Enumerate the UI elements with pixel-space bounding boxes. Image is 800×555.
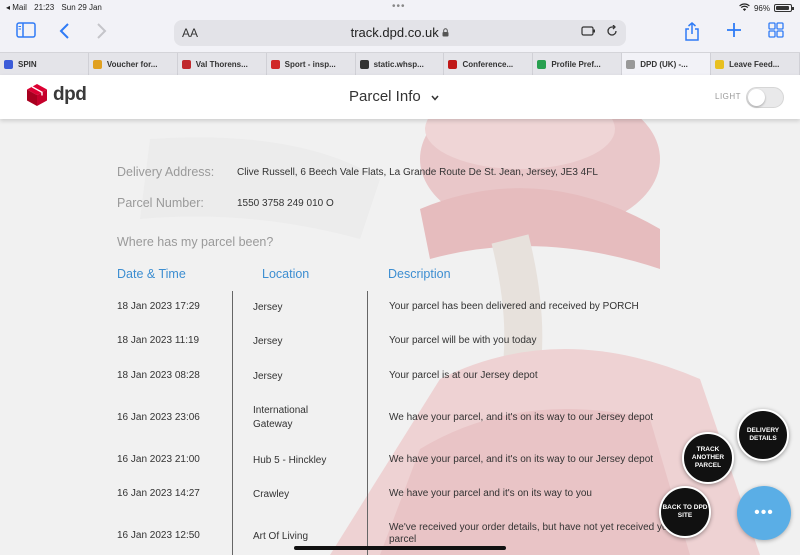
- back-to-app-link[interactable]: ◂ Mail: [6, 3, 27, 12]
- home-indicator[interactable]: [294, 546, 506, 550]
- chevron-down-icon: [431, 93, 439, 104]
- tab-favicon-icon: [715, 60, 725, 69]
- row-location: Crawley: [253, 489, 290, 500]
- browser-tab-active[interactable]: DPD (UK) -...: [622, 53, 712, 75]
- tab-favicon-icon: [537, 60, 547, 69]
- site-header: dpd Parcel Info LIGHT: [0, 75, 800, 119]
- delivery-address-value: Clive Russell, 6 Beech Vale Flats, La Gr…: [237, 167, 598, 178]
- status-date: Sun 29 Jan: [61, 3, 102, 12]
- browser-tab[interactable]: Leave Feed...: [711, 53, 800, 75]
- dpd-cube-icon: [27, 84, 47, 106]
- status-bar: ◂ Mail 21:23 Sun 29 Jan ••• 96%: [0, 0, 800, 16]
- browser-tab-bar: SPIN Voucher for... Val Thorens... Sport…: [0, 52, 800, 75]
- more-options-button[interactable]: •••: [737, 486, 791, 540]
- row-description: Your parcel will be with you today: [389, 335, 537, 346]
- row-description: Your parcel is at our Jersey depot: [389, 370, 538, 381]
- row-description: Your parcel has been delivered and recei…: [389, 301, 639, 312]
- row-date: 18 Jan 2023 17:29: [117, 301, 200, 312]
- row-description: We've received your order details, but h…: [389, 522, 677, 545]
- tab-favicon-icon: [359, 60, 369, 69]
- tab-favicon-icon: [92, 60, 102, 69]
- row-date: 18 Jan 2023 08:28: [117, 370, 200, 381]
- address-bar[interactable]: AA track.dpd.co.uk: [174, 20, 626, 46]
- row-date: 16 Jan 2023 21:00: [117, 454, 200, 465]
- parcel-number-value: 1550 3758 249 010 O: [237, 198, 334, 209]
- battery-icon: [774, 4, 794, 12]
- track-another-parcel-button[interactable]: TRACK ANOTHER PARCEL: [682, 432, 734, 484]
- page-title: Parcel Info: [349, 88, 421, 105]
- row-location: Jersey: [253, 371, 283, 382]
- tab-overview-icon[interactable]: [768, 22, 784, 44]
- url-domain: track.dpd.co.uk: [350, 25, 439, 40]
- logo-text: dpd: [53, 84, 87, 105]
- tab-favicon-icon: [448, 60, 458, 69]
- row-location: Jersey: [253, 336, 283, 347]
- toggle-knob: [748, 89, 765, 106]
- sidebar-icon[interactable]: [16, 22, 36, 44]
- extension-icon[interactable]: [581, 24, 600, 40]
- row-location: Art Of Living: [253, 531, 309, 542]
- row-date: 18 Jan 2023 11:19: [117, 335, 200, 346]
- status-left: ◂ Mail 21:23 Sun 29 Jan: [6, 3, 107, 12]
- tab-close-icon[interactable]: [626, 60, 636, 69]
- status-right: 96%: [739, 3, 794, 13]
- browser-tab[interactable]: Sport - insp...: [267, 53, 356, 75]
- row-date: 16 Jan 2023 12:50: [117, 530, 200, 541]
- theme-toggle[interactable]: [746, 87, 784, 108]
- lock-icon: [442, 25, 449, 40]
- tab-favicon-icon: [4, 60, 13, 69]
- theme-toggle-label: LIGHT: [715, 92, 742, 101]
- url-text: track.dpd.co.uk: [174, 25, 626, 40]
- wifi-icon: [739, 3, 750, 13]
- battery-percent: 96%: [753, 3, 770, 13]
- column-header-date: Date & Time: [117, 267, 186, 281]
- row-location: Jersey: [253, 302, 283, 313]
- share-icon[interactable]: [684, 22, 700, 48]
- delivery-details-button[interactable]: DELIVERY DETAILS: [737, 409, 789, 461]
- column-header-location: Location: [262, 267, 310, 281]
- status-time: 21:23: [34, 3, 55, 12]
- tab-favicon-icon: [270, 60, 280, 69]
- row-date: 16 Jan 2023 23:06: [117, 412, 200, 423]
- row-location: International Gateway: [253, 405, 309, 430]
- back-icon[interactable]: [58, 22, 70, 46]
- row-description: We have your parcel, and it's on its way…: [389, 412, 654, 423]
- column-header-description: Description: [388, 267, 451, 281]
- browser-tab[interactable]: Voucher for...: [89, 53, 178, 75]
- row-description: We have your parcel and it's on its way …: [389, 488, 592, 499]
- table-divider: [367, 291, 368, 555]
- browser-tab[interactable]: Conference...: [444, 53, 534, 75]
- row-location: Hub 5 - Hinckley: [253, 455, 327, 466]
- browser-tab[interactable]: Profile Pref...: [533, 53, 623, 75]
- table-divider: [232, 291, 233, 555]
- forward-icon[interactable]: [96, 22, 108, 46]
- multitask-dots-icon[interactable]: •••: [392, 1, 406, 12]
- back-to-dpd-site-button[interactable]: BACK TO DPD SITE: [659, 486, 711, 538]
- url-right-icons: [581, 24, 618, 40]
- row-description: We have your parcel, and it's on its way…: [389, 454, 654, 465]
- dpd-logo[interactable]: dpd: [26, 83, 87, 107]
- browser-tab[interactable]: Val Thorens...: [178, 53, 267, 75]
- new-tab-icon[interactable]: [726, 22, 742, 44]
- parcel-history-heading: Where has my parcel been?: [117, 235, 274, 249]
- page-title-dropdown[interactable]: Parcel Info: [349, 88, 439, 105]
- parcel-number-label: Parcel Number:: [117, 196, 204, 210]
- row-date: 16 Jan 2023 14:27: [117, 488, 200, 499]
- tab-favicon-icon: [181, 60, 191, 69]
- delivery-address-label: Delivery Address:: [117, 165, 215, 179]
- browser-toolbar: AA track.dpd.co.uk: [0, 16, 800, 52]
- browser-tab[interactable]: static.whsp...: [356, 53, 445, 75]
- browser-tab[interactable]: SPIN: [0, 53, 89, 75]
- reload-icon[interactable]: [606, 24, 618, 40]
